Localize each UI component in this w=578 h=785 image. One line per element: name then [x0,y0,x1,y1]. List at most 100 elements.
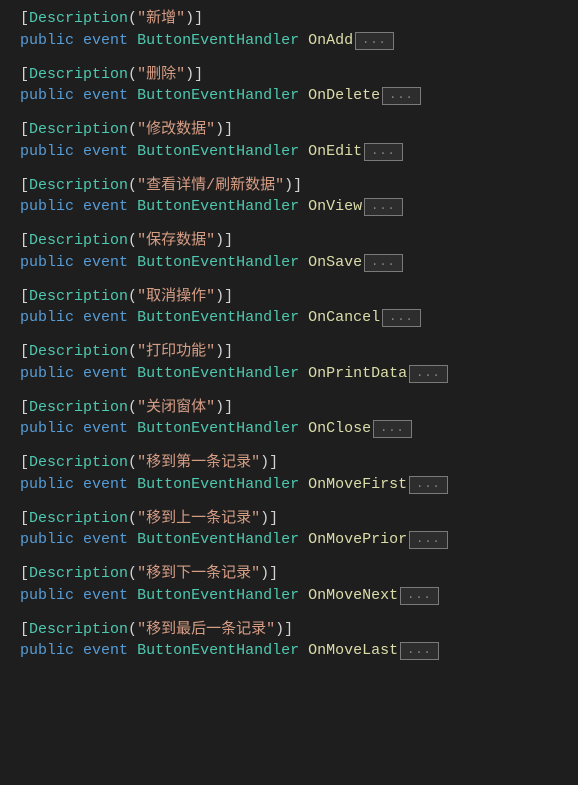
attribute-name: Description [29,121,128,138]
paren-open: ( [128,621,137,638]
keyword-public: public [20,32,74,49]
fold-toggle[interactable]: ... [364,254,403,272]
handler-type: ButtonEventHandler [137,365,299,382]
quote: " [251,454,260,471]
keyword-event: event [83,587,128,604]
description-string: 移到上一条记录 [146,510,251,527]
description-string: 取消操作 [146,288,206,305]
paren-open: ( [128,399,137,416]
paren-open: ( [128,232,137,249]
attribute-line: [Description("取消操作")] [20,286,578,308]
handler-type: ButtonEventHandler [137,309,299,326]
event-block: [Description("查看详情/刷新数据")]public event B… [0,175,578,219]
attribute-name: Description [29,565,128,582]
keyword-public: public [20,531,74,548]
event-block: [Description("取消操作")]public event Button… [0,286,578,330]
description-string: 移到第一条记录 [146,454,251,471]
event-name: OnMoveFirst [308,476,407,493]
bracket-open: [ [20,66,29,83]
quote: " [137,343,146,360]
quote: " [137,399,146,416]
attribute-line: [Description("移到下一条记录")] [20,563,578,585]
description-string: 保存数据 [146,232,206,249]
bracket-open: [ [20,177,29,194]
event-block: [Description("保存数据")]public event Button… [0,230,578,274]
attribute-name: Description [29,343,128,360]
event-name: OnPrintData [308,365,407,382]
keyword-public: public [20,309,74,326]
quote: " [176,10,185,27]
event-name: OnAdd [308,32,353,49]
paren-close: )] [284,177,302,194]
keyword-event: event [83,365,128,382]
attribute-name: Description [29,10,128,27]
paren-open: ( [128,565,137,582]
handler-type: ButtonEventHandler [137,642,299,659]
quote: " [206,343,215,360]
keyword-public: public [20,587,74,604]
quote: " [206,399,215,416]
declaration-line: public event ButtonEventHandler OnEdit..… [20,141,578,163]
fold-toggle[interactable]: ... [364,198,403,216]
keyword-event: event [83,476,128,493]
declaration-line: public event ButtonEventHandler OnClose.… [20,418,578,440]
declaration-line: public event ButtonEventHandler OnDelete… [20,85,578,107]
quote: " [137,454,146,471]
fold-toggle[interactable]: ... [409,365,448,383]
quote: " [137,177,146,194]
paren-close: )] [185,66,203,83]
quote: " [206,121,215,138]
fold-toggle[interactable]: ... [409,476,448,494]
fold-toggle[interactable]: ... [382,87,421,105]
quote: " [137,66,146,83]
fold-toggle[interactable]: ... [355,32,394,50]
paren-open: ( [128,10,137,27]
handler-type: ButtonEventHandler [137,32,299,49]
paren-open: ( [128,343,137,360]
quote: " [137,288,146,305]
event-block: [Description("移到上一条记录")]public event But… [0,508,578,552]
quote: " [206,232,215,249]
description-string: 新增 [146,10,176,27]
attribute-line: [Description("查看详情/刷新数据")] [20,175,578,197]
paren-close: )] [215,121,233,138]
event-block: [Description("新增")]public event ButtonEv… [0,8,578,52]
fold-toggle[interactable]: ... [364,143,403,161]
quote: " [275,177,284,194]
keyword-event: event [83,254,128,271]
handler-type: ButtonEventHandler [137,143,299,160]
attribute-line: [Description("移到最后一条记录")] [20,619,578,641]
quote: " [137,10,146,27]
bracket-open: [ [20,565,29,582]
fold-toggle[interactable]: ... [382,309,421,327]
event-name: OnMoveNext [308,587,398,604]
description-string: 移到下一条记录 [146,565,251,582]
keyword-public: public [20,254,74,271]
paren-close: )] [260,510,278,527]
attribute-name: Description [29,232,128,249]
keyword-event: event [83,198,128,215]
event-name: OnSave [308,254,362,271]
quote: " [137,565,146,582]
declaration-line: public event ButtonEventHandler OnMoveFi… [20,474,578,496]
paren-open: ( [128,121,137,138]
bracket-open: [ [20,288,29,305]
declaration-line: public event ButtonEventHandler OnMoveLa… [20,640,578,662]
fold-toggle[interactable]: ... [409,531,448,549]
attribute-line: [Description("移到第一条记录")] [20,452,578,474]
event-block: [Description("移到第一条记录")]public event But… [0,452,578,496]
fold-toggle[interactable]: ... [400,642,439,660]
declaration-line: public event ButtonEventHandler OnSave..… [20,252,578,274]
fold-toggle[interactable]: ... [400,587,439,605]
paren-close: )] [185,10,203,27]
event-block: [Description("打印功能")]public event Button… [0,341,578,385]
event-name: OnClose [308,420,371,437]
bracket-open: [ [20,621,29,638]
quote: " [266,621,275,638]
fold-toggle[interactable]: ... [373,420,412,438]
keyword-event: event [83,143,128,160]
keyword-public: public [20,143,74,160]
paren-open: ( [128,288,137,305]
event-block: [Description("移到最后一条记录")]public event Bu… [0,619,578,663]
keyword-public: public [20,420,74,437]
